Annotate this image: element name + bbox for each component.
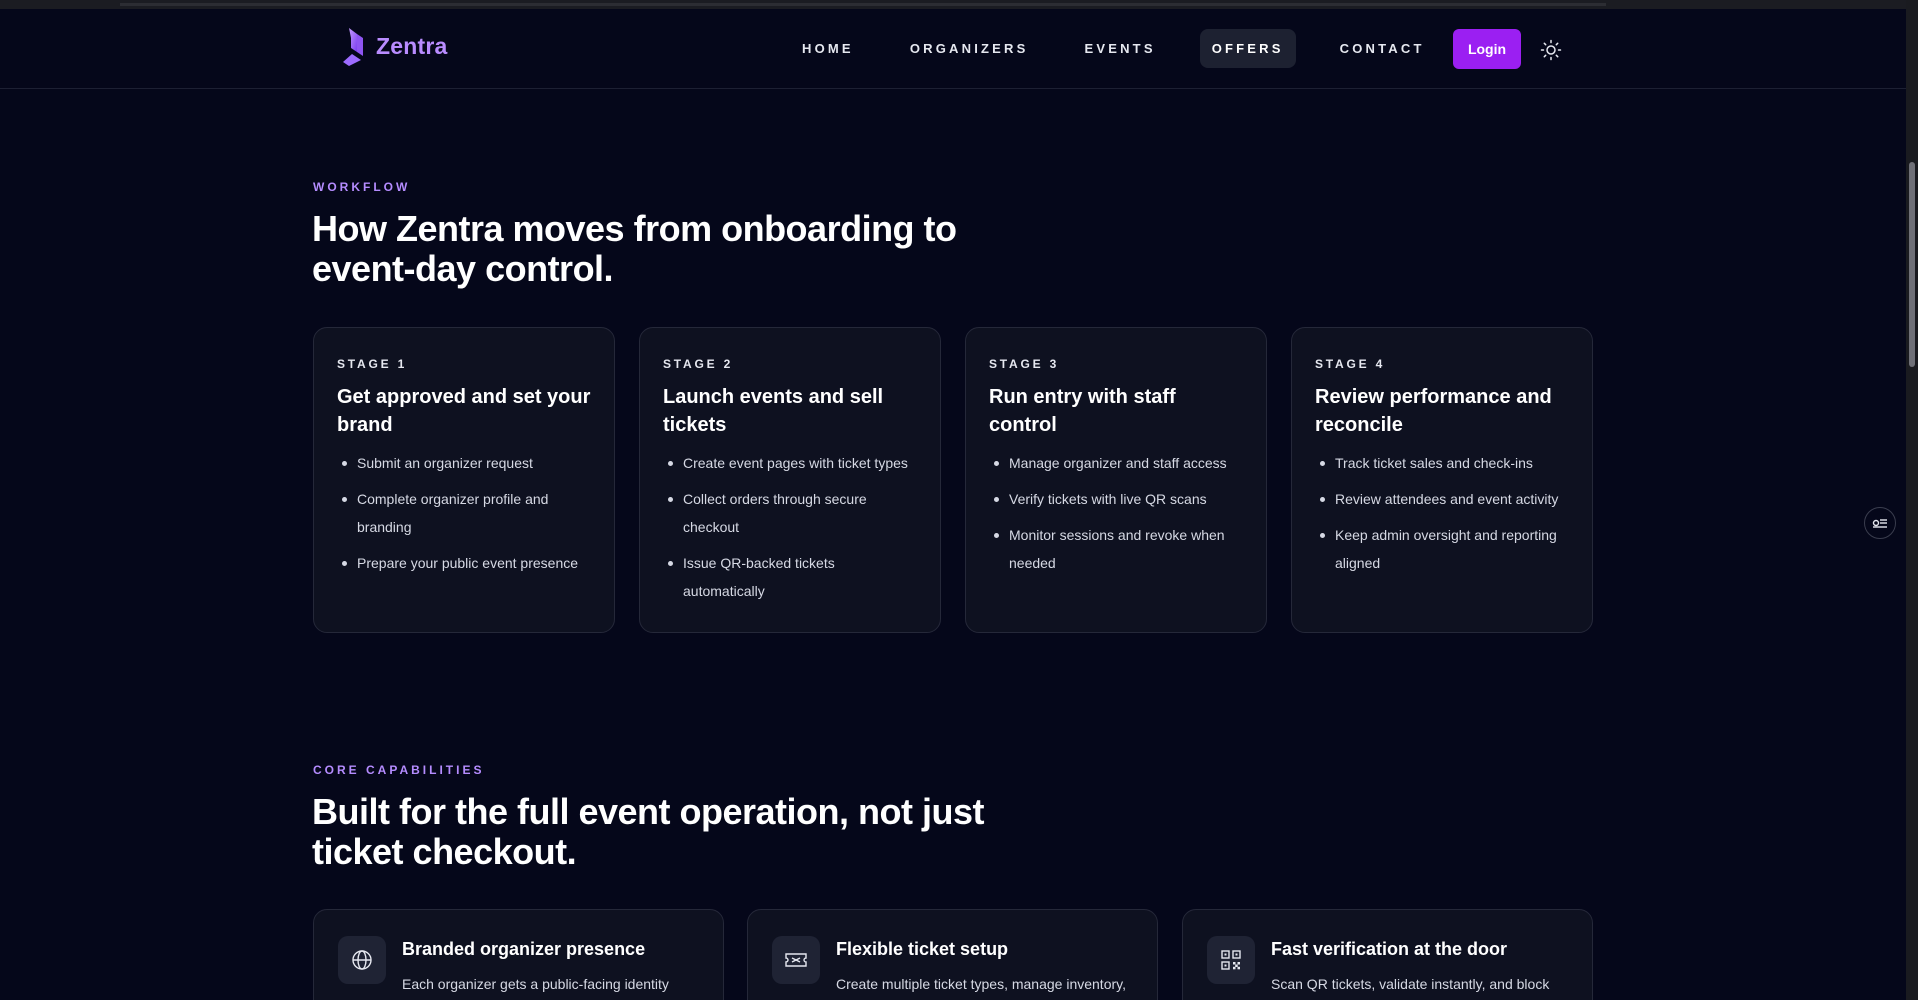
stage-title: Review performance and reconcile <box>1315 386 1552 436</box>
workflow-title: How Zentra moves from onboarding to even… <box>312 209 957 289</box>
capability-description: Scan QR tickets, validate instantly, and… <box>1271 976 1550 992</box>
capability-title: Fast verification at the door <box>1271 939 1508 959</box>
capability-description: Create multiple ticket types, manage inv… <box>836 976 1126 992</box>
stage-card-3: STAGE 3 Run entry with staff control Man… <box>965 327 1267 633</box>
capability-card-3: Fast verification at the door Scan QR ti… <box>1182 909 1593 1000</box>
workflow-title-line1: How Zentra moves from onboarding to <box>312 208 957 249</box>
list-item: Collect orders through secure checkout <box>663 485 918 541</box>
capability-card-1: Branded organizer presence Each organize… <box>313 909 724 1000</box>
list-item: Review attendees and event activity <box>1315 485 1570 513</box>
stage-list: Create event pages with ticket types Col… <box>663 449 918 605</box>
stage-title: Get approved and set your brand <box>337 386 591 436</box>
scrollbar-thumb[interactable] <box>1909 162 1915 367</box>
nav-events[interactable]: EVENTS <box>1072 29 1167 68</box>
main-nav: HOME ORGANIZERS EVENTS OFFERS CONTACT <box>790 29 1469 68</box>
stage-label: STAGE 1 <box>337 357 408 371</box>
capabilities-eyebrow: CORE CAPABILITIES <box>313 763 485 777</box>
capability-description: Each organizer gets a public-facing iden… <box>402 976 669 992</box>
stage-list: Manage organizer and staff access Verify… <box>989 449 1244 577</box>
list-item: Issue QR-backed tickets automatically <box>663 549 918 605</box>
capability-title: Branded organizer presence <box>402 939 646 959</box>
stage-list: Track ticket sales and check-ins Review … <box>1315 449 1570 577</box>
list-item: Monitor sessions and revoke when needed <box>989 521 1244 577</box>
stage-card-4: STAGE 4 Review performance and reconcile… <box>1291 327 1593 633</box>
nav-organizers[interactable]: ORGANIZERS <box>898 29 1041 68</box>
capability-card-2: Flexible ticket setup Create multiple ti… <box>747 909 1158 1000</box>
logo[interactable]: Zentra <box>340 24 448 68</box>
stage-card-2: STAGE 2 Launch events and sell tickets C… <box>639 327 941 633</box>
sun-icon[interactable] <box>1540 39 1562 61</box>
stage-list: Submit an organizer request Complete org… <box>337 449 592 577</box>
list-item: Verify tickets with live QR scans <box>989 485 1244 513</box>
stage-card-1: STAGE 1 Get approved and set your brand … <box>313 327 615 633</box>
site-header: Zentra HOME ORGANIZERS EVENTS OFFERS CON… <box>0 9 1906 89</box>
globe-icon <box>338 936 386 984</box>
qr-code-icon <box>1207 936 1255 984</box>
stage-label: STAGE 3 <box>989 357 1060 371</box>
stage-title: Launch events and sell tickets <box>663 386 884 436</box>
list-item: Prepare your public event presence <box>337 549 592 577</box>
capabilities-title-line1: Built for the full event operation, not … <box>312 791 984 832</box>
stage-label: STAGE 4 <box>1315 357 1386 371</box>
list-item: Submit an organizer request <box>337 449 592 477</box>
capabilities-title: Built for the full event operation, not … <box>312 792 984 872</box>
stage-title: Run entry with staff control <box>989 386 1176 436</box>
capability-title: Flexible ticket setup <box>836 939 1009 959</box>
capabilities-title-line2: ticket checkout. <box>312 831 577 872</box>
ticket-icon <box>772 936 820 984</box>
login-button[interactable]: Login <box>1453 29 1521 69</box>
logo-text: Zentra <box>376 32 448 59</box>
scrollbar[interactable] <box>1906 0 1918 1000</box>
list-item: Track ticket sales and check-ins <box>1315 449 1570 477</box>
browser-top-edge <box>0 0 1906 9</box>
list-item: Complete organizer profile and branding <box>337 485 592 541</box>
list-item: Create event pages with ticket types <box>663 449 918 477</box>
nav-contact[interactable]: CONTACT <box>1328 29 1437 68</box>
nav-home[interactable]: HOME <box>790 29 866 68</box>
zentra-logo-icon <box>343 28 363 66</box>
stage-label: STAGE 2 <box>663 357 734 371</box>
nav-offers[interactable]: OFFERS <box>1199 29 1296 68</box>
list-item: Manage organizer and staff access <box>989 449 1244 477</box>
settings-toggle-icon[interactable] <box>1864 507 1896 539</box>
workflow-title-line2: event-day control. <box>312 248 614 289</box>
list-item: Keep admin oversight and reporting align… <box>1315 521 1570 577</box>
workflow-eyebrow: WORKFLOW <box>313 180 411 194</box>
